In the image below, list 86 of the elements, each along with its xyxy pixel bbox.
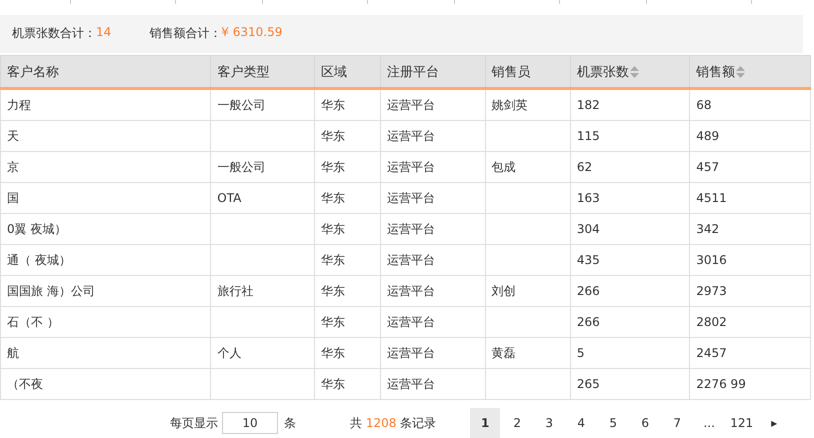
table-cell: 刘创 [485,276,570,306]
table-cell: 国 [0,182,211,214]
page-link[interactable]: ▸ [759,408,790,438]
table-cell: 457 [690,152,810,182]
table-cell: 运营平台 [380,152,486,182]
table-cell: 0翼 夜城） [0,214,211,244]
table-cell: 运营平台 [380,306,486,338]
table-cell: 运营平台 [380,182,486,214]
table-cell: 华东 [314,214,380,244]
summary-value: 14 [96,25,112,42]
table-cell: 华东 [314,88,380,120]
table-cell: 2276 99 [690,368,810,400]
table-cell: 运营平台 [380,244,486,276]
page-link[interactable]: 2 [502,408,532,438]
table-cell: 个人 [210,338,315,368]
table-cell: 2973 [690,276,810,306]
table-cell: 力程 [0,88,211,120]
page-link[interactable]: 121 [726,408,758,438]
table-cell: 京 [0,152,211,182]
table-cell: 435 [570,244,690,276]
table-cell: 68 [690,88,810,120]
table-cell: 国国旅 海）公司 [0,276,211,306]
page-size-label: 每页显示 [170,414,218,432]
table-cell: 运营平台 [380,276,486,306]
table-cell: 姚剑英 [485,88,570,120]
table-cell: 华东 [314,152,380,182]
table-cell: 266 [570,276,690,306]
table-cell: 华东 [314,244,380,276]
table-cell: 华东 [314,276,380,306]
page-link[interactable]: 7 [662,408,692,438]
table-cell: 华东 [314,368,380,400]
table-cell: 华东 [314,182,380,214]
table-cell: 304 [570,214,690,244]
table-cell: 运营平台 [380,120,486,152]
summary-label: 销售额合计： [149,25,222,42]
table-cell: 266 [570,306,690,338]
table-cell: 2457 [690,338,810,368]
table-cell: （不夜 [0,368,211,400]
sort-icon[interactable] [736,66,746,78]
column-header: 销售员 [485,56,570,88]
table-cell: 115 [570,120,690,152]
summary-label: 机票张数合计： [12,25,96,42]
table-cell: 4511 [690,182,810,214]
table-cell: 华东 [314,338,380,368]
table-cell: 265 [570,368,690,400]
column-header: 注册平台 [380,56,486,88]
page-size-field[interactable]: 10 [222,412,278,434]
table-cell: OTA [210,182,315,214]
table-cell: 62 [570,152,690,182]
total-records: 共 1208 条记录 [350,414,436,432]
page-link[interactable]: 4 [566,408,596,438]
page-link[interactable]: ... [694,408,724,438]
table-cell: 旅行社 [210,276,315,306]
table-cell: 通（ 夜城） [0,244,211,276]
table-cell: 5 [570,338,690,368]
table-cell: 黄磊 [485,338,570,368]
table-cell: 航 [0,338,211,368]
sort-icon[interactable] [630,66,639,78]
page-size-unit: 条 [284,414,296,432]
table-cell: 342 [690,214,810,244]
table-cell: 运营平台 [380,214,486,244]
table-cell: 489 [690,120,810,152]
table-cell: 运营平台 [380,368,486,400]
table-cell: 2802 [690,306,810,338]
column-header: 区域 [314,56,380,88]
table-cell: 运营平台 [380,338,486,368]
table-cell: 石（不 ） [0,306,211,338]
column-header[interactable]: 销售额 [690,56,810,88]
column-header: 客户类型 [210,56,315,88]
table-cell: 一般公司 [210,88,315,120]
table-cell: 163 [570,182,690,214]
table-cell: 运营平台 [380,88,486,120]
table-cell: 3016 [690,244,810,276]
table-cell: 天 [0,120,211,152]
table-cell: 包成 [485,152,570,182]
page-link[interactable]: 5 [598,408,628,438]
table-cell: 华东 [314,120,380,152]
table-cell: 华东 [314,306,380,338]
column-header: 客户名称 [0,56,211,88]
table-cell: 182 [570,88,690,120]
page-link[interactable]: 1 [470,408,500,438]
summary-value: ¥ 6310.59 [221,25,282,42]
table-cell: 一般公司 [210,152,315,182]
column-header[interactable]: 机票张数 [570,56,690,88]
page-link[interactable]: 6 [630,408,660,438]
page-link[interactable]: 3 [534,408,564,438]
